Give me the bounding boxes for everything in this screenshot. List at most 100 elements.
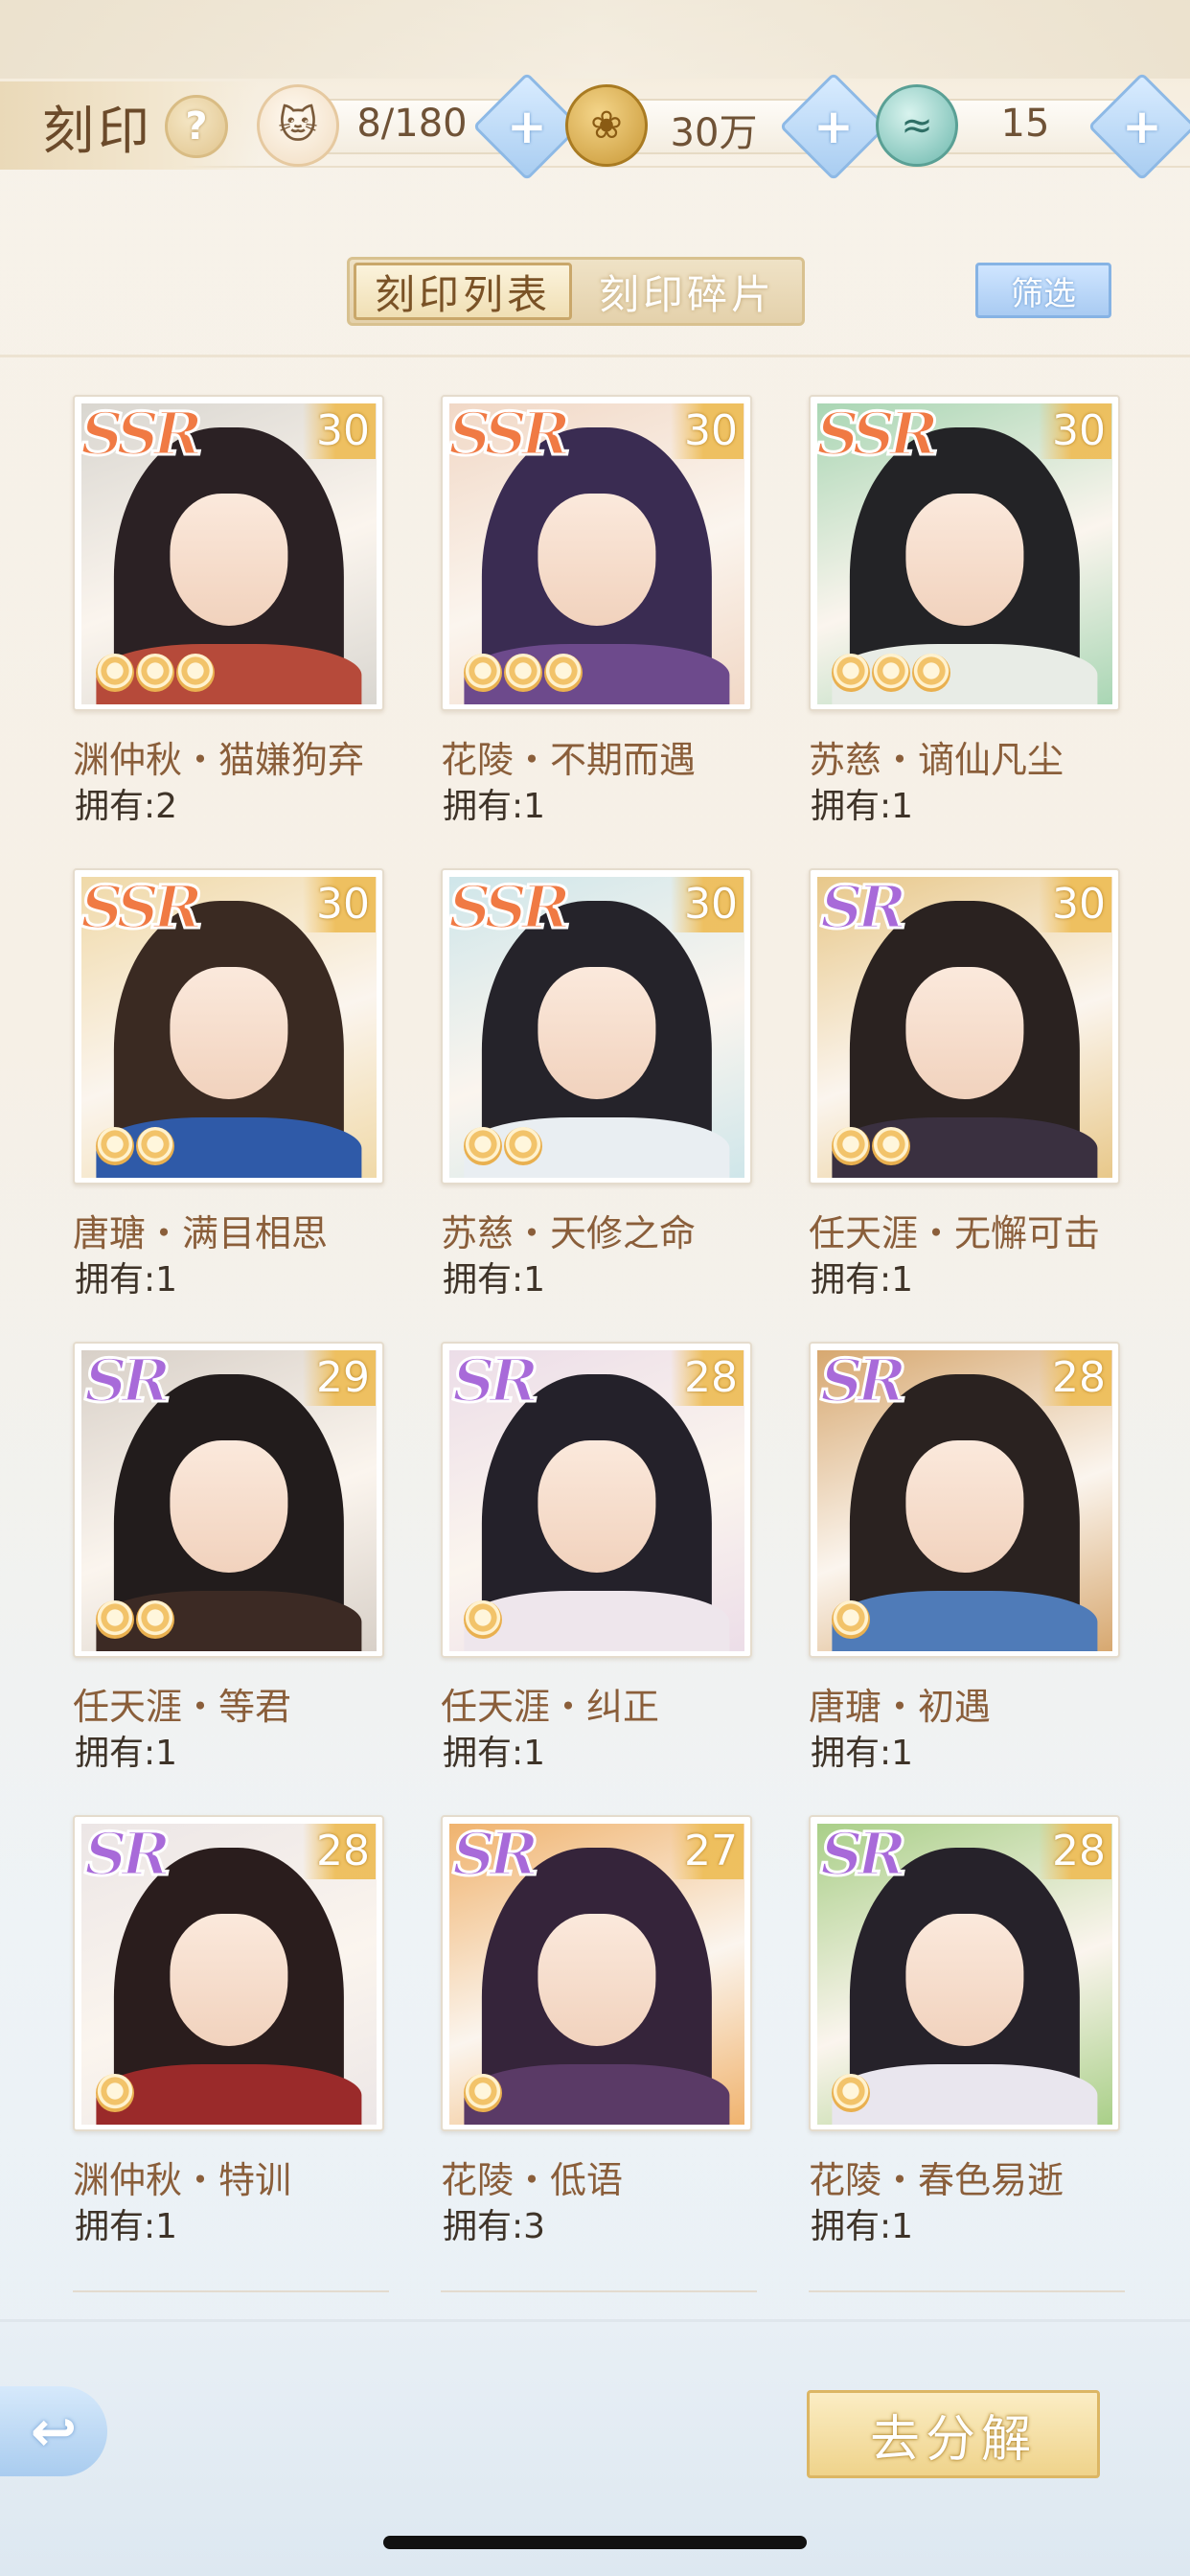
page-title: 刻印 <box>42 101 153 161</box>
star-rating <box>96 1600 174 1639</box>
rarity-badge: SR <box>82 1818 172 1891</box>
cloud-star-icon <box>504 1127 542 1165</box>
tab-stamp-fragments[interactable]: 刻印碎片 <box>576 260 798 323</box>
tab-stamp-list[interactable]: 刻印列表 <box>354 263 572 320</box>
star-rating <box>96 1127 174 1165</box>
tab-bar: 刻印列表 刻印碎片 <box>347 257 805 326</box>
fish-value: 15 <box>1000 102 1050 146</box>
cloud-star-icon <box>136 1127 174 1165</box>
rarity-badge: SR <box>818 1818 907 1891</box>
card-frame: SR 28 <box>809 1815 1120 2131</box>
owned-count: 拥有:3 <box>443 2207 546 2246</box>
owned-count: 拥有:1 <box>443 1260 546 1300</box>
card-name: 任天涯・无懈可击 <box>809 1212 1101 1254</box>
stamp-card[interactable]: SR 28 花陵・春色易逝 拥有:1 <box>809 1815 1125 2289</box>
rarity-badge: SR <box>450 1345 539 1417</box>
cloud-star-icon <box>136 654 174 692</box>
stamp-card[interactable]: SSR 30 苏慈・谪仙凡尘 拥有:1 <box>809 395 1125 869</box>
owned-count: 拥有:1 <box>811 1734 914 1773</box>
card-name: 任天涯・等君 <box>73 1686 292 1728</box>
next-row-edge <box>441 2290 757 2296</box>
stamp-card[interactable]: SSR 30 苏慈・天修之命 拥有:1 <box>441 868 757 1343</box>
owned-count: 拥有:1 <box>811 787 914 826</box>
help-icon[interactable]: ? <box>165 95 228 158</box>
star-rating <box>832 2074 870 2112</box>
level-badge: 30 <box>1039 403 1111 459</box>
card-frame: SSR 30 <box>809 395 1120 711</box>
back-arrow-icon[interactable]: ↩ <box>0 2386 107 2476</box>
stamp-card[interactable]: SSR 30 唐瑭・满目相思 拥有:1 <box>73 868 389 1343</box>
card-frame: SR 27 <box>441 1815 752 2131</box>
card-name: 渊仲秋・特训 <box>73 2159 292 2201</box>
cloud-star-icon <box>872 1127 910 1165</box>
cloud-star-icon <box>464 1127 502 1165</box>
cloud-star-icon <box>464 654 502 692</box>
star-rating <box>832 654 950 692</box>
cloud-star-icon <box>872 654 910 692</box>
cloud-star-icon <box>96 1600 134 1639</box>
stamp-card[interactable]: SSR 30 花陵・不期而遇 拥有:1 <box>441 395 757 869</box>
cloud-star-icon <box>464 2074 502 2112</box>
card-name: 任天涯・纠正 <box>441 1686 660 1728</box>
stamp-card[interactable]: SR 27 花陵・低语拥有:3 <box>441 1815 757 2289</box>
cloud-star-icon <box>832 2074 870 2112</box>
stamp-card[interactable]: SR 28 渊仲秋・特训 拥有:1 <box>73 1815 389 2289</box>
rarity-badge: SR <box>450 1818 539 1891</box>
card-name: 花陵・低语 <box>441 2159 624 2201</box>
stamp-card[interactable]: SSR 30 渊仲秋・猫嫌狗弃 拥有:2 <box>73 395 389 869</box>
card-name: 花陵・不期而遇 <box>441 739 697 781</box>
stamp-card[interactable]: SR 28 唐瑭・初遇拥有:1 <box>809 1342 1125 1816</box>
owned-count: 拥有:1 <box>811 1260 914 1300</box>
card-frame: SSR 30 <box>441 395 752 711</box>
card-frame: SSR 30 <box>73 868 384 1184</box>
card-name: 渊仲秋・猫嫌狗弃 <box>73 739 365 781</box>
level-badge: 28 <box>1039 1824 1111 1879</box>
level-badge: 29 <box>303 1350 376 1406</box>
owned-count: 拥有:1 <box>75 1260 178 1300</box>
cloud-star-icon <box>176 654 215 692</box>
cloud-star-icon <box>504 654 542 692</box>
card-frame: SR 28 <box>441 1342 752 1658</box>
home-indicator <box>383 2536 807 2549</box>
cloud-star-icon <box>832 1127 870 1165</box>
add-fish-button[interactable]: + <box>1087 72 1190 181</box>
level-badge: 30 <box>671 403 744 459</box>
add-coin-button[interactable]: + <box>779 72 888 181</box>
star-rating <box>464 1127 542 1165</box>
level-badge: 27 <box>671 1824 744 1879</box>
card-name: 唐瑭・初遇 <box>809 1686 992 1728</box>
coin-icon: ❀ <box>565 84 648 167</box>
rarity-badge: SSR <box>447 398 573 471</box>
stamp-card[interactable]: SR 30 任天涯・无懈可击 拥有:1 <box>809 868 1125 1343</box>
cloud-star-icon <box>832 654 870 692</box>
level-badge: 30 <box>303 403 376 459</box>
star-rating <box>464 2074 502 2112</box>
filter-button[interactable]: 筛选 <box>975 263 1111 318</box>
card-name: 苏慈・谪仙凡尘 <box>809 739 1064 781</box>
rarity-badge: SR <box>818 1345 907 1417</box>
fish-icon: ≈ <box>876 84 958 167</box>
card-name: 苏慈・天修之命 <box>441 1212 697 1254</box>
decompose-button[interactable]: 去分解 <box>807 2390 1100 2478</box>
level-badge: 30 <box>671 877 744 932</box>
level-badge: 30 <box>1039 877 1111 932</box>
cat-icon: 🐱 <box>257 84 339 167</box>
star-rating <box>832 1127 910 1165</box>
top-decoration <box>0 0 1190 79</box>
stamp-card[interactable]: SR 29 任天涯・等君 拥有:1 <box>73 1342 389 1816</box>
coin-value: 30万 <box>670 111 758 155</box>
owned-count: 拥有:2 <box>75 787 178 826</box>
level-badge: 28 <box>303 1824 376 1879</box>
stamp-card[interactable]: SR 28 任天涯・纠正 拥有:1 <box>441 1342 757 1816</box>
owned-count: 拥有:1 <box>443 787 546 826</box>
rarity-badge: SR <box>818 871 907 944</box>
card-frame: SR 29 <box>73 1342 384 1658</box>
rarity-badge: SSR <box>80 871 205 944</box>
owned-count: 拥有:1 <box>75 1734 178 1773</box>
rarity-badge: SSR <box>80 398 205 471</box>
divider <box>0 355 1190 357</box>
owned-count: 拥有:1 <box>811 2207 914 2246</box>
cloud-star-icon <box>912 654 950 692</box>
card-frame: SR 28 <box>809 1342 1120 1658</box>
rarity-badge: SR <box>82 1345 172 1417</box>
